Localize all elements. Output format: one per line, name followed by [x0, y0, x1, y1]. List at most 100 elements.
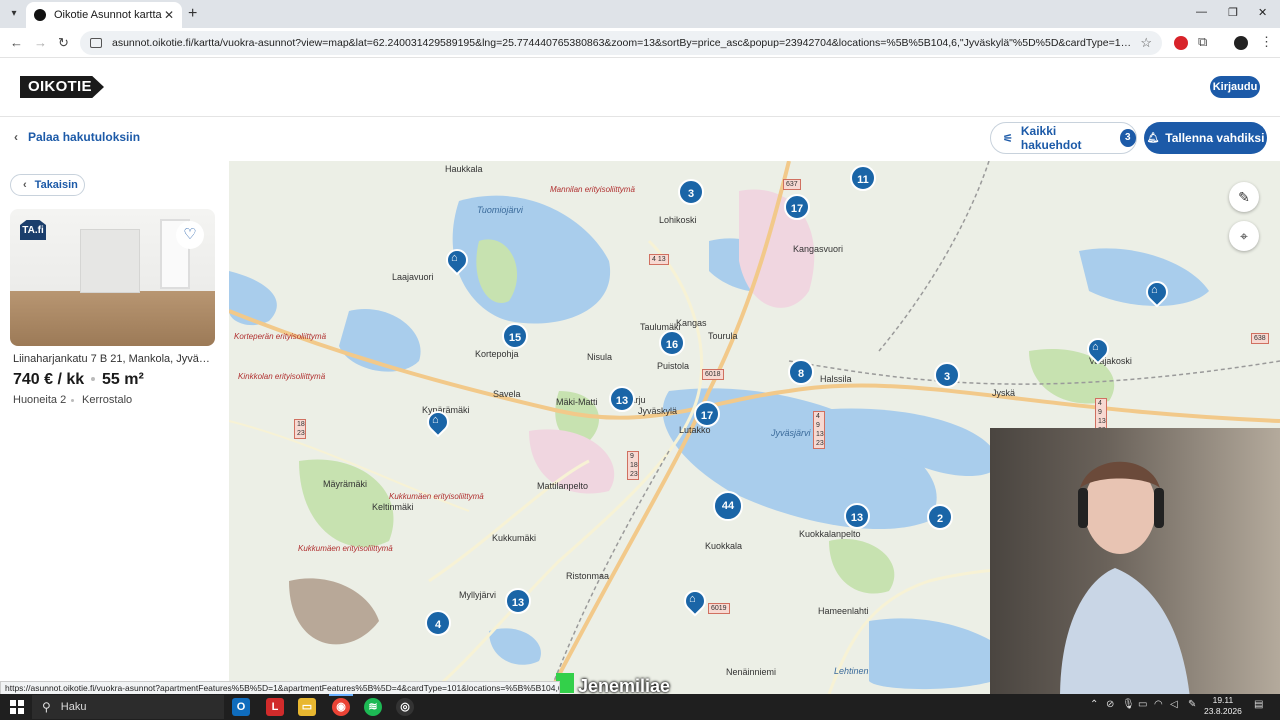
tab-search-icon[interactable]: ▾	[6, 6, 22, 22]
chevron-left-icon: ‹	[14, 130, 18, 144]
place-label: Lohikoski	[659, 215, 697, 225]
map-cluster[interactable]: 8	[788, 359, 814, 385]
listing-address[interactable]: Liinaharjankatu 7 B 21, Mankola, Jyväsky…	[13, 353, 213, 365]
tab-title: Oikotie Asunnot kartta	[54, 9, 162, 21]
minimize-icon[interactable]: —	[1196, 6, 1207, 18]
house-icon: ⌂	[1151, 284, 1158, 296]
road-label: Korteperän erityisoliittymä	[234, 332, 327, 341]
map-cluster[interactable]: 16	[659, 330, 685, 356]
save-search-button[interactable]: 🔔︎ Tallenna vahdiksi	[1144, 122, 1267, 154]
app-l-icon[interactable]: L	[266, 698, 284, 716]
draw-pencil-icon[interactable]: ✎	[1229, 182, 1259, 212]
place-label: Jyväskylä	[638, 406, 678, 416]
place-label: Tuomiojärvi	[477, 205, 523, 215]
back-to-results-link[interactable]: ‹ Palaa hakutuloksiin	[14, 130, 140, 144]
listing-pin[interactable]: ⌂	[1141, 276, 1173, 308]
map-cluster[interactable]: 17	[694, 401, 720, 427]
new-tab-icon[interactable]: +	[188, 5, 197, 23]
tray-network-icon[interactable]: ⊘	[1106, 699, 1114, 710]
clock-time: 19.11	[1212, 695, 1234, 705]
notifications-icon[interactable]: ▤	[1254, 699, 1263, 710]
road-label: Mannilan erityisoliittymä	[550, 185, 635, 194]
place-label: Keltinmäki	[372, 502, 414, 512]
tray-display-icon[interactable]: ▭	[1138, 699, 1147, 710]
map-cluster[interactable]: 13	[505, 588, 531, 614]
map-cluster[interactable]: 2	[927, 504, 953, 530]
browser-toolbar: ← → ↻ asunnot.oikotie.fi/kartta/vuokra-a…	[0, 28, 1280, 58]
map-cluster[interactable]: 17	[784, 194, 810, 220]
back-arrow-icon[interactable]: ←	[10, 35, 23, 50]
road-number: 637	[783, 179, 801, 190]
place-label: Tourula	[708, 331, 738, 341]
taskbar-clock[interactable]: 19.11 23.8.2026	[1204, 695, 1242, 717]
bookmark-star-icon[interactable]: ☆	[1140, 35, 1152, 51]
site-info-icon[interactable]	[90, 38, 102, 48]
window-close-icon[interactable]: ✕	[1258, 6, 1267, 19]
windows-start-icon[interactable]	[10, 700, 24, 714]
back-to-results-label[interactable]: Palaa hakutuloksiin	[28, 130, 140, 144]
map-cluster[interactable]: 13	[844, 503, 870, 529]
browser-tab[interactable]: Oikotie Asunnot kartta ✕	[26, 2, 182, 28]
tray-mic-icon[interactable]: 🎙︎	[1122, 699, 1135, 710]
listing-price: 740 € / kk	[13, 371, 85, 388]
profile-avatar[interactable]	[1234, 36, 1248, 50]
address-bar[interactable]: asunnot.oikotie.fi/kartta/vuokra-asunnot…	[80, 31, 1162, 55]
road-label: Kukkumäen erityisoliittymä	[298, 544, 393, 553]
taskbar-search-label: Haku	[60, 701, 87, 713]
tray-wifi-icon[interactable]: ◠	[1154, 699, 1163, 710]
close-icon[interactable]: ✕	[164, 8, 174, 22]
oikotie-favicon	[34, 9, 46, 21]
back-button[interactable]: ‹ Takaisin	[10, 174, 85, 196]
house-icon: ⌂	[689, 593, 696, 605]
road-number: 6019	[708, 603, 730, 614]
listing-pin[interactable]: ⌂	[1082, 333, 1114, 365]
clock-date: 23.8.2026	[1204, 706, 1242, 716]
map-cluster[interactable]: 15	[502, 323, 528, 349]
place-label: Jyväsjärvi	[771, 428, 811, 438]
windows-taskbar: ⚲ Haku O L ▭ ◉ ≋ ◎ ⌃ ⊘ 🎙︎ ▭ ◠ ◁ ✎ 19.11 …	[0, 694, 1280, 720]
login-button[interactable]: Kirjaudu	[1210, 76, 1260, 98]
listing-area: 55 m²	[102, 371, 144, 388]
road-number: 6018	[702, 369, 724, 380]
restore-icon[interactable]: ❐	[1228, 6, 1238, 19]
photo-kitchen	[80, 229, 140, 293]
outlook-icon[interactable]: O	[232, 698, 250, 716]
spotify-icon[interactable]: ≋	[364, 698, 382, 716]
listing-pin[interactable]: ⌂	[422, 406, 454, 438]
map-cluster[interactable]: 3	[934, 362, 960, 388]
place-label: Kangasvuori	[793, 244, 844, 254]
reload-icon[interactable]: ↻	[58, 35, 69, 51]
all-filters-label: Kaikki hakuehdot	[1020, 124, 1082, 152]
tray-chevron-icon[interactable]: ⌃	[1090, 699, 1098, 710]
map-cluster[interactable]: 44	[713, 491, 743, 521]
ta-logo-badge: TA.fi	[20, 220, 46, 240]
place-label: Myllyjärvi	[459, 590, 496, 600]
place-label: Haukkala	[445, 164, 483, 174]
file-explorer-icon[interactable]: ▭	[298, 698, 316, 716]
taskbar-search[interactable]: ⚲ Haku	[32, 695, 224, 719]
url-text[interactable]: asunnot.oikotie.fi/kartta/vuokra-asunnot…	[112, 37, 1134, 49]
map-cluster[interactable]: 13	[609, 386, 635, 412]
listing-pin[interactable]: ⌂	[679, 585, 711, 617]
locate-me-icon[interactable]: ⌖	[1229, 221, 1259, 251]
obs-icon[interactable]: ◎	[396, 698, 414, 716]
browser-tab-bar: ▾ Oikotie Asunnot kartta ✕ + — ❐ ✕	[0, 0, 1280, 28]
browser-menu-icon[interactable]: ⋮	[1260, 34, 1273, 50]
map-cluster[interactable]: 11	[850, 165, 876, 191]
forward-arrow-icon[interactable]: →	[34, 35, 47, 50]
place-label: Mäyrämäki	[323, 479, 368, 489]
map-cluster[interactable]: 4	[425, 610, 451, 636]
tray-volume-icon[interactable]: ◁	[1170, 699, 1178, 710]
listing-pin[interactable]: ⌂	[441, 244, 473, 276]
all-filters-button[interactable]: ⚟ Kaikki hakuehdot 3	[990, 122, 1137, 154]
chrome-icon[interactable]: ◉	[332, 698, 350, 716]
extension-icon[interactable]	[1174, 36, 1188, 50]
map-cluster[interactable]: 3	[678, 179, 704, 205]
extensions-puzzle-icon[interactable]: ⧉	[1198, 34, 1207, 50]
place-label: Mattilanpelto	[537, 481, 589, 491]
tray-pen-icon[interactable]: ✎	[1188, 699, 1196, 710]
place-label: Hameenlahti	[818, 606, 869, 616]
search-icon: ⚲	[42, 700, 51, 714]
favorite-heart-icon[interactable]: ♡	[176, 221, 204, 249]
oikotie-logo[interactable]: OIKOTIE	[20, 76, 104, 98]
